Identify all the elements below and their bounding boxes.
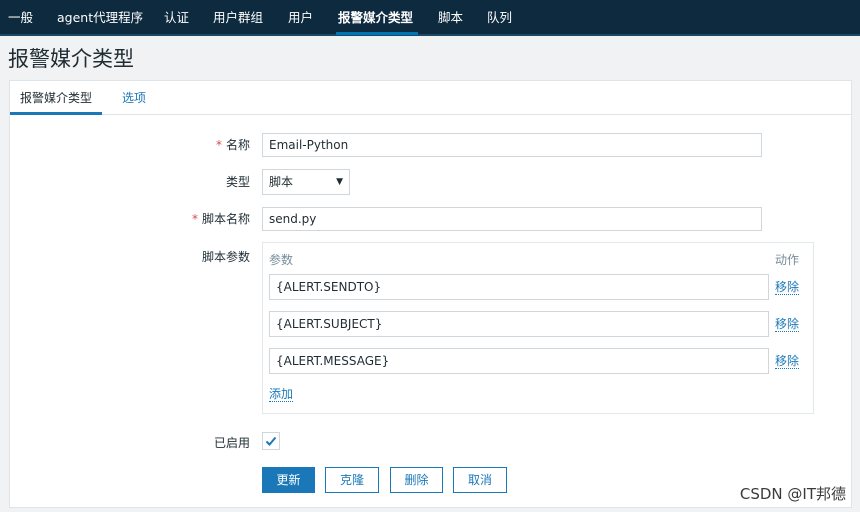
- script-params-label: 脚本参数: [201, 250, 250, 264]
- remove-param-link[interactable]: 移除: [775, 354, 800, 369]
- required-mark: *: [191, 212, 198, 226]
- update-button[interactable]: 更新: [262, 467, 315, 493]
- nav-item-agent[interactable]: agent代理程序: [57, 9, 143, 27]
- nav-item-media-types[interactable]: 报警媒介类型: [338, 9, 413, 27]
- type-label: 类型: [225, 175, 250, 189]
- remove-param-link[interactable]: 移除: [775, 280, 800, 295]
- nav-item-authentication[interactable]: 认证: [164, 9, 189, 27]
- remove-param-link[interactable]: 移除: [775, 317, 800, 332]
- tab-bar: 报警媒介类型 选项: [9, 81, 851, 115]
- watermark: CSDN @IT邦德: [739, 485, 846, 503]
- nav-item-scripts[interactable]: 脚本: [438, 9, 463, 27]
- type-select-value: 脚本: [269, 175, 294, 189]
- delete-button[interactable]: 删除: [390, 467, 443, 493]
- page-header: 报警媒介类型: [0, 38, 860, 80]
- action-column-header: 动作: [775, 253, 800, 267]
- type-select[interactable]: 脚本 ▼: [262, 169, 350, 195]
- script-name-label: * 脚本名称: [191, 212, 250, 226]
- param-input[interactable]: {ALERT.SUBJECT}: [269, 311, 769, 337]
- nav-item-general[interactable]: 一般: [8, 9, 33, 27]
- form-panel: 报警媒介类型 选项 * 名称 Email-Python 类型 脚本 ▼ * 脚本名称…: [9, 80, 852, 508]
- name-label: * 名称: [215, 138, 250, 152]
- enabled-label: 已启用: [213, 436, 250, 450]
- tab-media-type[interactable]: 报警媒介类型: [9, 90, 103, 115]
- nav-item-users[interactable]: 用户: [288, 9, 313, 27]
- add-param-link[interactable]: 添加: [269, 387, 294, 402]
- checkmark-icon: [265, 436, 277, 446]
- clone-button[interactable]: 克隆: [325, 467, 379, 493]
- nav-item-queue[interactable]: 队列: [487, 9, 512, 27]
- script-name-input[interactable]: send.py: [262, 207, 762, 231]
- page-title: 报警媒介类型: [8, 47, 134, 71]
- name-input[interactable]: Email-Python: [262, 133, 762, 157]
- nav-active-underline: [336, 32, 418, 35]
- top-navigation: 一般 agent代理程序 认证 用户群组 用户 报警媒介类型 脚本 队列: [0, 0, 860, 36]
- required-mark: *: [215, 138, 222, 152]
- cancel-button[interactable]: 取消: [453, 467, 507, 493]
- tab-options[interactable]: 选项: [122, 90, 146, 106]
- script-params-table: 参数 动作 {ALERT.SENDTO} 移除 {ALERT.SUBJECT} …: [262, 242, 814, 414]
- dropdown-arrow-icon: ▼: [336, 177, 343, 187]
- nav-item-user-groups[interactable]: 用户群组: [213, 9, 263, 27]
- enabled-checkbox[interactable]: [262, 432, 280, 450]
- param-input[interactable]: {ALERT.SENDTO}: [269, 274, 769, 300]
- params-column-header: 参数: [269, 253, 294, 267]
- param-input[interactable]: {ALERT.MESSAGE}: [269, 348, 769, 374]
